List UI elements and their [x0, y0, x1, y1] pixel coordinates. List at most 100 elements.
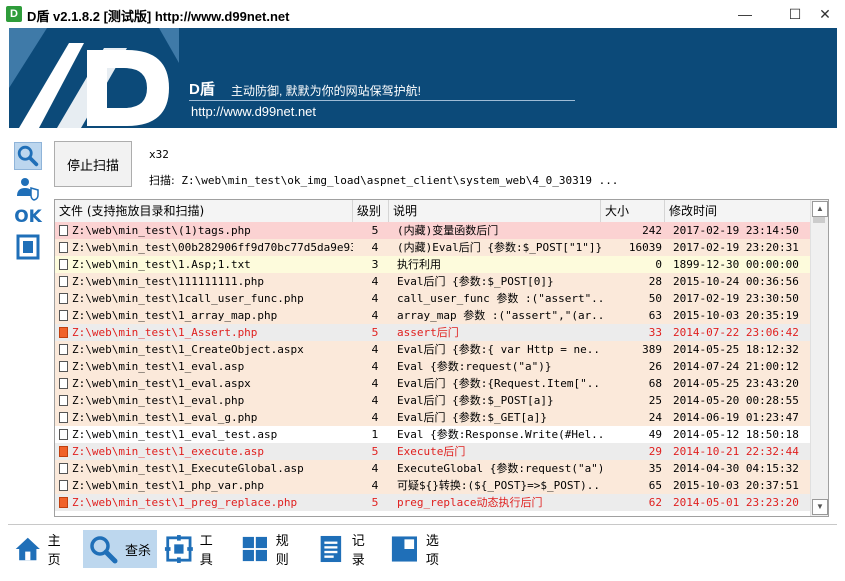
file-path: Z:\web\min_test\1_eval_test.asp [72, 428, 278, 441]
cell-file: Z:\web\min_test\1_php_var.php [59, 477, 353, 494]
cell-file: Z:\web\min_test\1_eval_test.asp [59, 426, 353, 443]
file-icon [59, 242, 68, 253]
table-row[interactable]: Z:\web\min_test\1_execute.asp 5 Execute后门 2… [55, 443, 810, 460]
cell-file: Z:\web\min_test\1_eval.aspx [59, 375, 353, 392]
file-icon [59, 293, 68, 304]
table-row[interactable]: Z:\web\min_test\1_php_var.php 4 可疑${}转换:($… [55, 477, 810, 494]
cell-level: 4 [371, 462, 379, 475]
nav-rules[interactable]: 规则 [236, 530, 306, 568]
table-row[interactable]: Z:\web\min_test\1call_user_func.php 4 call… [55, 290, 810, 307]
table-row[interactable]: Z:\web\min_test\1_Assert.php 5 assert后门 33 2… [55, 324, 810, 341]
search-icon[interactable] [14, 142, 42, 170]
column-header-level[interactable]: 级别 [353, 200, 389, 222]
banner-url: http://www.d99net.net [191, 104, 317, 119]
file-path: Z:\web\min_test\1_eval.asp [72, 360, 245, 373]
table-row[interactable]: Z:\web\min_test\00b282906ff9d70bc77d5da9… [55, 239, 810, 256]
cell-file: Z:\web\min_test\1_preg_replace.php [59, 494, 353, 511]
nav-scan[interactable]: 查杀 [83, 530, 157, 568]
file-icon [59, 412, 68, 423]
column-header-time[interactable]: 修改时间 [665, 200, 810, 222]
cell-desc: Eval后门 {参数:{ var Http = ne... [397, 343, 602, 356]
table-body: Z:\web\min_test\(1)tags.php 5 (内藏)变量函数后门 24… [55, 222, 810, 511]
cell-level: 4 [371, 360, 379, 373]
table-row[interactable]: Z:\web\min_test\1_eval.asp 4 Eval {参数:requ… [55, 358, 810, 375]
danger-file-icon [59, 446, 68, 457]
frame-icon[interactable] [14, 233, 42, 261]
file-icon [59, 225, 68, 236]
table-row[interactable]: Z:\web\min_test\1_eval_g.php 4 Eval后门 {参数:… [55, 409, 810, 426]
table-row[interactable]: Z:\web\min_test\1_eval_test.asp 1 Eval {参数… [55, 426, 810, 443]
file-icon [59, 310, 68, 321]
file-icon [59, 429, 68, 440]
nav-logs[interactable]: 记录 [312, 530, 382, 568]
cell-file: Z:\web\min_test\111111111.php [59, 273, 353, 290]
cell-size: 25 [648, 394, 662, 407]
table-row[interactable]: Z:\web\min_test\1_eval.aspx 4 Eval后门 {参数:{… [55, 375, 810, 392]
d-shield-logo-icon [9, 28, 179, 128]
file-path: Z:\web\min_test\1_CreateObject.aspx [72, 343, 304, 356]
table-row[interactable]: Z:\web\min_test\1_ExecuteGlobal.asp 4 Exec… [55, 460, 810, 477]
cell-desc: Eval后门 {参数:{Request.Item["... [397, 377, 602, 390]
cell-desc: preg_replace动态执行后门 [397, 496, 543, 509]
nav-options[interactable]: 选项 [385, 530, 457, 568]
table-row[interactable]: Z:\web\min_test\1_eval.php 4 Eval后门 {参数:$_… [55, 392, 810, 409]
scroll-down-button[interactable]: ▼ [812, 499, 828, 515]
table-row[interactable]: Z:\web\min_test\1_preg_replace.php 5 preg_… [55, 494, 810, 511]
file-path: Z:\web\min_test\1_execute.asp [72, 445, 265, 458]
cell-size: 63 [648, 309, 662, 322]
cell-desc: 执行利用 [397, 258, 441, 271]
column-header-desc[interactable]: 说明 [389, 200, 601, 222]
file-icon [59, 361, 68, 372]
table-row[interactable]: Z:\web\min_test\111111111.php 4 Eval后门 {参数… [55, 273, 810, 290]
cell-file: Z:\web\min_test\1_eval_g.php [59, 409, 353, 426]
close-button[interactable]: ✕ [805, 0, 845, 28]
danger-file-icon [59, 327, 68, 338]
banner-app-name: D盾 [189, 81, 215, 98]
user-shield-icon[interactable] [14, 174, 42, 202]
stop-scan-button[interactable]: 停止扫描 [54, 141, 132, 187]
results-table[interactable]: 文件 (支持拖放目录和扫描) 级别 说明 大小 修改时间 Z:\web\min_… [54, 199, 829, 517]
file-path: Z:\web\min_test\1_Assert.php [72, 326, 258, 339]
cell-time: 2014-05-25 18:12:32 [673, 343, 799, 356]
table-row[interactable]: Z:\web\min_test\1.Asp;1.txt 3 执行利用 0 1899-12… [55, 256, 810, 273]
column-header-file[interactable]: 文件 (支持拖放目录和扫描) [55, 200, 353, 222]
nav-options-label: 选项 [425, 534, 439, 568]
ok-icon[interactable]: OK [14, 203, 42, 231]
table-row[interactable]: Z:\web\min_test\1_array_map.php 4 array_ma… [55, 307, 810, 324]
cell-file: Z:\web\min_test\(1)tags.php [59, 222, 353, 239]
vertical-scrollbar[interactable]: ▲ ▼ [810, 200, 828, 516]
cell-level: 5 [371, 326, 379, 339]
file-path: Z:\web\min_test\00b282906ff9d70bc77d5da9… [72, 241, 353, 254]
search-icon [90, 536, 118, 564]
nav-home[interactable]: 主页 [10, 530, 76, 568]
cell-file: Z:\web\min_test\1_array_map.php [59, 307, 353, 324]
scrollbar-thumb[interactable] [813, 217, 825, 223]
cell-desc: assert后门 [397, 326, 459, 339]
cell-level: 5 [371, 224, 379, 237]
cell-file: Z:\web\min_test\1_eval.php [59, 392, 353, 409]
cell-size: 50 [648, 292, 662, 305]
cell-desc: call_user_func 参数 :("assert"... [397, 292, 602, 305]
file-path: Z:\web\min_test\(1)tags.php [72, 224, 251, 237]
column-header-size[interactable]: 大小 [601, 200, 665, 222]
cell-file: Z:\web\min_test\1_Assert.php [59, 324, 353, 341]
file-path: Z:\web\min_test\1_php_var.php [72, 479, 265, 492]
table-row[interactable]: Z:\web\min_test\1_CreateObject.aspx 4 Eval… [55, 341, 810, 358]
minimize-button[interactable]: — [725, 0, 765, 28]
scroll-up-button[interactable]: ▲ [812, 201, 828, 217]
cell-file: Z:\web\min_test\1_execute.asp [59, 443, 353, 460]
cell-level: 5 [371, 496, 379, 509]
cell-size: 16039 [628, 241, 662, 254]
options-icon [391, 536, 417, 562]
grid-icon [242, 536, 267, 562]
cell-level: 4 [371, 292, 379, 305]
document-icon [320, 535, 342, 563]
cell-size: 49 [648, 428, 662, 441]
cell-size: 65 [648, 479, 662, 492]
cell-file: Z:\web\min_test\00b282906ff9d70bc77d5da9… [59, 239, 353, 256]
cell-size: 62 [648, 496, 662, 509]
cell-file: Z:\web\min_test\1call_user_func.php [59, 290, 353, 307]
nav-tools[interactable]: 工具 [160, 530, 230, 568]
file-icon [59, 259, 68, 270]
table-row[interactable]: Z:\web\min_test\(1)tags.php 5 (内藏)变量函数后门 24… [55, 222, 810, 239]
